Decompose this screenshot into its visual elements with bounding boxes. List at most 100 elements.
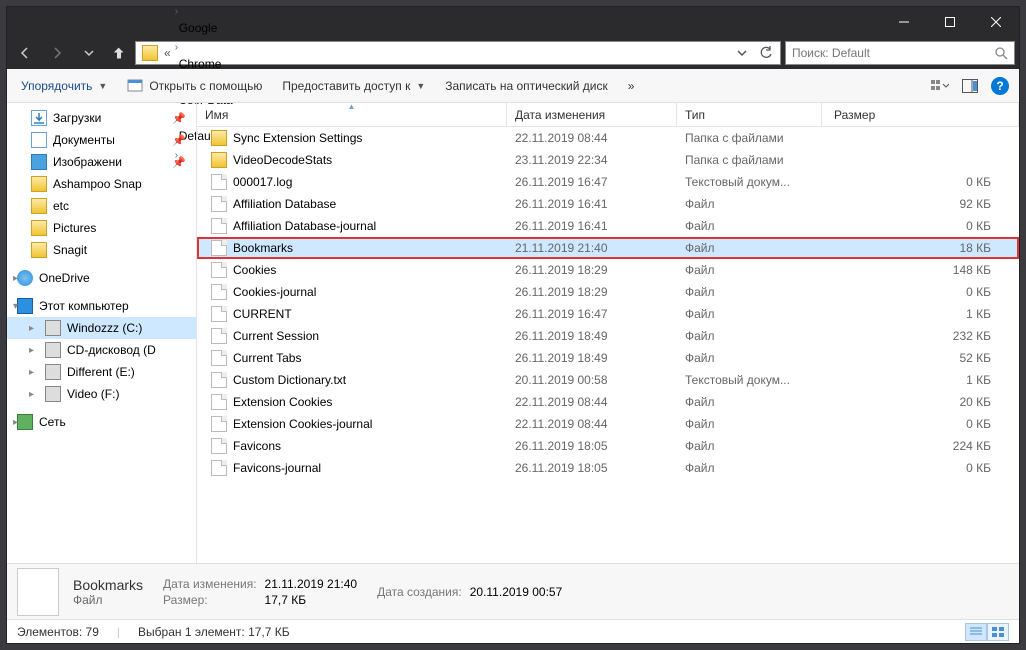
file-row[interactable]: 000017.log26.11.2019 16:47Текстовый доку…	[197, 171, 1019, 193]
file-type: Файл	[677, 307, 822, 321]
file-row[interactable]: Sync Extension Settings22.11.2019 08:44П…	[197, 127, 1019, 149]
organize-menu[interactable]: Упорядочить▼	[15, 75, 113, 97]
file-name: VideoDecodeStats	[233, 153, 332, 167]
file-name: Cookies	[233, 263, 276, 277]
back-button[interactable]	[11, 41, 39, 65]
file-row[interactable]: Favicons-journal26.11.2019 18:05Файл0 КБ	[197, 457, 1019, 479]
file-row[interactable]: Cookies26.11.2019 18:29Файл148 КБ	[197, 259, 1019, 281]
file-name: Current Tabs	[233, 351, 301, 365]
open-with-button[interactable]: Открыть с помощью	[121, 74, 268, 98]
toolbar-overflow[interactable]: »	[622, 75, 641, 97]
share-menu[interactable]: Предоставить доступ к▼	[276, 75, 431, 97]
details-filename: Bookmarks	[73, 577, 143, 593]
tree-network[interactable]: ▸Сеть	[7, 411, 196, 433]
chevron-right-icon[interactable]: ›	[173, 42, 180, 53]
help-button[interactable]: ?	[989, 75, 1011, 97]
file-icon	[211, 262, 227, 278]
tree-ashampoo[interactable]: Ashampoo Snap	[7, 173, 196, 195]
titlebar	[7, 7, 1019, 37]
file-date: 22.11.2019 08:44	[507, 395, 677, 409]
file-row[interactable]: Current Session26.11.2019 18:49Файл232 К…	[197, 325, 1019, 347]
tree-etc[interactable]: etc	[7, 195, 196, 217]
file-type: Текстовый докум...	[677, 373, 822, 387]
tree-documents[interactable]: Документы📌	[7, 129, 196, 151]
documents-icon	[31, 132, 47, 148]
tree-snagit[interactable]: Snagit	[7, 239, 196, 261]
file-date: 20.11.2019 00:58	[507, 373, 677, 387]
file-type: Папка с файлами	[677, 131, 822, 145]
refresh-button[interactable]	[754, 42, 778, 64]
collapse-icon[interactable]: ▾	[13, 301, 23, 312]
search-input[interactable]	[792, 46, 994, 60]
tree-drive-d[interactable]: ▸CD-дисковод (D	[7, 339, 196, 361]
tree-pictures[interactable]: Pictures	[7, 217, 196, 239]
address-dropdown[interactable]	[730, 42, 754, 64]
file-type: Файл	[677, 417, 822, 431]
expand-icon[interactable]: ▸	[29, 345, 39, 356]
breadcrumb-segment[interactable]: Local	[173, 0, 239, 3]
view-menu[interactable]	[929, 75, 951, 97]
file-row[interactable]: Extension Cookies22.11.2019 08:44Файл20 …	[197, 391, 1019, 413]
col-name[interactable]: Имя▲	[197, 103, 507, 126]
file-size: 148 КБ	[822, 263, 1019, 277]
burn-button[interactable]: Записать на оптический диск	[439, 75, 614, 97]
tree-images[interactable]: Изображени📌	[7, 151, 196, 173]
col-type[interactable]: Тип	[677, 103, 822, 126]
file-row[interactable]: Affiliation Database26.11.2019 16:41Файл…	[197, 193, 1019, 215]
file-date: 22.11.2019 08:44	[507, 417, 677, 431]
file-row[interactable]: Affiliation Database-journal26.11.2019 1…	[197, 215, 1019, 237]
file-list[interactable]: Sync Extension Settings 22.11.2019 08:44 П…	[197, 127, 1019, 563]
view-icons-button[interactable]	[987, 623, 1009, 641]
chevron-right-icon[interactable]: ›	[173, 6, 180, 17]
file-name: Sync Extension Settings	[233, 131, 362, 145]
address-bar[interactable]: « AppData›Local›Google›Chrome›User Data›…	[135, 41, 781, 65]
pin-icon: 📌	[172, 134, 190, 147]
preview-pane-button[interactable]	[959, 75, 981, 97]
tree-thispc[interactable]: ▾Этот компьютер	[7, 295, 196, 317]
close-button[interactable]	[973, 7, 1019, 37]
toolbar: Упорядочить▼ Открыть с помощью Предостав…	[7, 69, 1019, 103]
file-row[interactable]: CURRENT26.11.2019 16:47Файл1 КБ	[197, 303, 1019, 325]
maximize-button[interactable]	[927, 7, 973, 37]
images-icon	[31, 154, 47, 170]
navbar: « AppData›Local›Google›Chrome›User Data›…	[7, 37, 1019, 69]
crumb-overflow[interactable]: «	[162, 46, 173, 60]
file-row[interactable]: Favicons26.11.2019 18:05Файл224 КБ	[197, 435, 1019, 457]
file-icon	[211, 416, 227, 432]
breadcrumb-segment[interactable]: Google	[173, 17, 239, 39]
file-row[interactable]: Current Tabs26.11.2019 18:49Файл52 КБ	[197, 347, 1019, 369]
nav-tree[interactable]: Загрузки📌 Документы📌 Изображени📌 Ashampo…	[7, 103, 197, 563]
status-bar: Элементов: 79 | Выбран 1 элемент: 17,7 К…	[7, 619, 1019, 643]
file-date: 26.11.2019 16:41	[507, 197, 677, 211]
expand-icon[interactable]: ▸	[13, 273, 23, 284]
up-button[interactable]	[107, 41, 131, 65]
file-icon	[211, 372, 227, 388]
cd-icon	[45, 342, 61, 358]
expand-icon[interactable]: ▸	[13, 417, 23, 428]
col-date[interactable]: Дата изменения	[507, 103, 677, 126]
minimize-button[interactable]	[881, 7, 927, 37]
view-details-button[interactable]	[965, 623, 987, 641]
search-box[interactable]	[785, 41, 1015, 65]
file-type: Файл	[677, 285, 822, 299]
file-row[interactable]: Custom Dictionary.txt20.11.2019 00:58Тек…	[197, 369, 1019, 391]
file-type: Файл	[677, 395, 822, 409]
file-row[interactable]: Cookies-journal26.11.2019 18:29Файл0 КБ	[197, 281, 1019, 303]
expand-icon[interactable]: ▸	[29, 367, 39, 378]
folder-icon	[211, 130, 227, 146]
col-size[interactable]: Размер	[822, 103, 1019, 126]
file-row[interactable]: VideoDecodeStats23.11.2019 22:34Папка с …	[197, 149, 1019, 171]
tree-downloads[interactable]: Загрузки📌	[7, 107, 196, 129]
tree-drive-c[interactable]: ▸Windozzz (C:)	[7, 317, 196, 339]
expand-icon[interactable]: ▸	[29, 389, 39, 400]
pin-icon: 📌	[172, 156, 190, 169]
tree-onedrive[interactable]: ▸OneDrive	[7, 267, 196, 289]
tree-drive-f[interactable]: ▸Video (F:)	[7, 383, 196, 405]
recent-dropdown[interactable]	[75, 41, 103, 65]
file-row[interactable]: Extension Cookies-journal22.11.2019 08:4…	[197, 413, 1019, 435]
file-row[interactable]: Bookmarks21.11.2019 21:40Файл18 КБ	[197, 237, 1019, 259]
file-size: 0 КБ	[822, 175, 1019, 189]
folder-icon	[31, 220, 47, 236]
expand-icon[interactable]: ▸	[29, 323, 39, 334]
tree-drive-e[interactable]: ▸Different (E:)	[7, 361, 196, 383]
